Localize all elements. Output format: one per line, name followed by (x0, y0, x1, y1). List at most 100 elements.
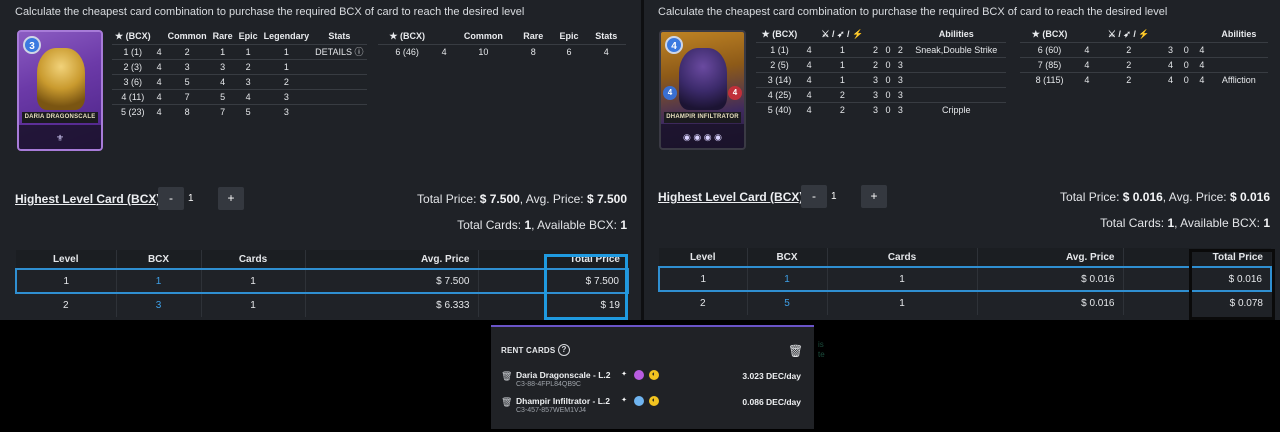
table-cell: 5 (235, 103, 261, 119)
grid-row[interactable]: 2 5 1 $ 0.016 $ 0.078 (659, 291, 1271, 315)
grid-cell: 2 (659, 291, 748, 315)
quantity-input[interactable]: 1 (184, 187, 210, 210)
quantity-input[interactable]: 1 (827, 185, 853, 208)
table-header (1163, 27, 1179, 42)
trash-icon[interactable]: 🗑 (501, 371, 512, 382)
trash-all-icon[interactable]: 🗑 (788, 344, 803, 358)
grid-cell: 1 (15, 268, 117, 294)
table-row: 1 (1) 4 2 1 1 1 DETAILS ⓘ (112, 43, 367, 59)
rent-item-id: C3-88-4FPL84QB9C (516, 381, 581, 388)
table-header: Epic (559, 31, 579, 42)
quantity-stepper[interactable]: - 1 + (801, 185, 887, 208)
table-cell (906, 56, 1006, 72)
table-cell: 3 (260, 103, 313, 119)
table-cell: 5 (164, 73, 210, 89)
table-cell: 2 (1094, 56, 1163, 72)
table-row: 5 (23) 4 8 7 5 3 (112, 103, 367, 119)
grid-cell: $ 0.016 (977, 291, 1124, 315)
total-cards-label: Total Cards: (457, 218, 522, 232)
grid-row[interactable]: 1 1 1 $ 0.016 $ 0.016 (658, 266, 1272, 292)
highest-level-link[interactable]: Highest Level Card (BCX) (15, 192, 160, 206)
minus-button[interactable]: - (801, 185, 827, 208)
rent-item: 🗑 Dhampir Infiltrator - L.2 C3-457-857WE… (501, 396, 801, 418)
rent-item-price: 3.023 DEC/day (742, 371, 801, 381)
card-image-daria[interactable]: 3 Daria Dragonscale ⚜ (17, 30, 103, 151)
ability-icon: ⚜ (55, 133, 65, 143)
table-cell: 0 (1178, 56, 1195, 72)
star-icon: ★ (1031, 28, 1043, 39)
grid-cell: 1 (658, 266, 748, 292)
grid-row[interactable]: 1 1 1 $ 7.500 $ 7.500 (15, 268, 629, 294)
table-header: Abilities (1221, 29, 1257, 40)
highest-level-link[interactable]: Highest Level Card (BCX) (658, 190, 803, 204)
rarity-icon: ◐ (649, 370, 659, 380)
table-cell: 6 (551, 43, 587, 59)
table-cell[interactable]: DETAILS ⓘ (312, 43, 367, 59)
rent-cards-title: RENT CARDS (501, 346, 556, 355)
table-cell: 2 (1094, 71, 1163, 87)
trash-icon[interactable]: 🗑 (501, 397, 512, 408)
table-header (1194, 27, 1210, 42)
quantity-stepper[interactable]: - 1 + (158, 187, 244, 210)
table-cell: 0 (881, 56, 895, 72)
table-cell: 4 (153, 58, 165, 74)
card-image-dhampir[interactable]: 4 4 4 Dhampir Infiltrator ◉ ◉ ◉ ◉ (659, 30, 746, 150)
table-cell: 2 (235, 58, 261, 74)
table-cell: 4 (153, 73, 165, 89)
table-cell: 8 (514, 43, 552, 59)
table-cell: 1 (235, 43, 261, 59)
table-header (436, 29, 451, 44)
armor-icon: 4 (663, 86, 677, 100)
table-header (1079, 27, 1095, 42)
help-icon[interactable]: ? (558, 344, 570, 356)
plus-button[interactable]: + (861, 185, 887, 208)
grid-header: Total Price (478, 250, 628, 269)
table-cell: 4 (153, 88, 165, 104)
table-header: ★ (BCX) (1031, 28, 1068, 39)
table-cell (312, 58, 367, 74)
table-cell: 2 (164, 43, 210, 59)
rent-item-id: C3-457-857WEM1VJ4 (516, 407, 587, 414)
table-header: ⚔ / ➶ / ⚡ (821, 28, 864, 39)
rent-item-name: Daria Dragonscale - L.2 (516, 370, 611, 380)
table-row: 5 (40) 4 2 3 0 3 Cripple (756, 101, 1006, 117)
health-icon: 4 (728, 86, 742, 100)
table-cell: 3 (14) (756, 71, 803, 87)
grid-cell: $ 0.016 (977, 266, 1124, 292)
mana-icon: 4 (665, 36, 683, 54)
table-cell: 4 (802, 86, 816, 102)
table-cell: 0 (881, 41, 895, 57)
table-cell: 3 (6) (112, 73, 154, 89)
table-cell: 4 (235, 88, 261, 104)
table-cell (1209, 56, 1268, 72)
table-cell: 0 (1178, 41, 1195, 57)
card-name: Dhampir Infiltrator (664, 112, 741, 123)
table-cell (906, 86, 1006, 102)
grid-header: Cards (201, 250, 306, 269)
table-cell (312, 73, 367, 89)
table-row: 2 (5) 4 1 2 0 3 (756, 56, 1006, 72)
table-cell: 2 (260, 73, 313, 89)
total-price-summary: Total Price: $ 7.500, Avg. Price: $ 7.50… (417, 192, 627, 206)
grid-cell[interactable]: 1 (747, 266, 828, 292)
star-icon: ★ (761, 28, 773, 39)
table-cell: 2 (869, 41, 882, 57)
plus-button[interactable]: + (218, 187, 244, 210)
info-icon[interactable]: ⓘ (352, 47, 363, 57)
purchase-grid: Level BCX Cards Avg. Price Total Price 1 1 1 $ 7… (15, 250, 629, 317)
grid-row[interactable]: 2 3 1 $ 6.333 $ 19 (16, 293, 628, 317)
table-cell: 2 (3) (112, 58, 154, 74)
minus-button[interactable]: - (158, 187, 184, 210)
grid-cell[interactable]: 5 (747, 291, 828, 315)
level-stats-table-2: ★ (BCX) Common Rare Epic Stats 6 (46) 4 10 8 6 4 (378, 29, 626, 59)
table-cell: 3 (894, 56, 907, 72)
table-cell: 1 (209, 43, 236, 59)
grid-cell[interactable]: 3 (116, 293, 202, 317)
unit-type-icon: ✦ (621, 397, 627, 404)
total-cards-summary: Total Cards: 1, Available BCX: 1 (457, 218, 627, 232)
grid-cell[interactable]: 1 (116, 268, 202, 294)
table-cell: 4 (153, 103, 165, 119)
total-price-value: $ 0.016 (1122, 190, 1163, 204)
grid-cell: $ 7.500 (478, 268, 629, 294)
table-cell: 2 (815, 101, 870, 117)
